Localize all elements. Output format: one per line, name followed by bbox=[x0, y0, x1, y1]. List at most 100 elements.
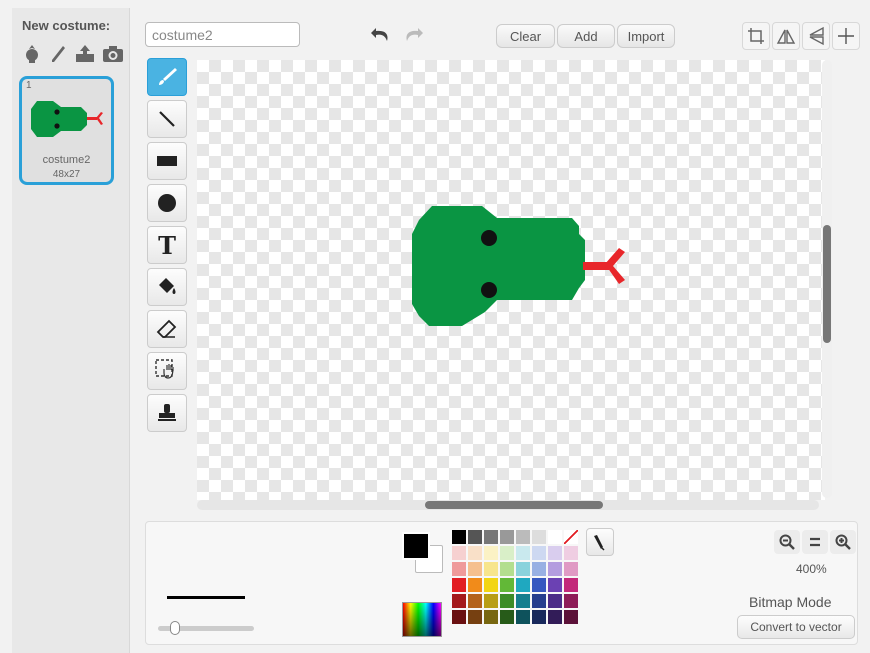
clear-button[interactable]: Clear bbox=[496, 24, 555, 48]
color-swatch[interactable] bbox=[548, 610, 562, 624]
paint-editor: Clear Add Import bbox=[132, 8, 870, 653]
color-swatch[interactable] bbox=[484, 594, 498, 608]
color-swatch[interactable] bbox=[468, 594, 482, 608]
horizontal-scroll-thumb[interactable] bbox=[425, 501, 603, 509]
zoom-in-icon bbox=[835, 534, 851, 550]
transparent-color-swatch[interactable] bbox=[564, 530, 578, 544]
set-center-button[interactable] bbox=[832, 22, 860, 50]
color-spectrum-button[interactable] bbox=[402, 602, 442, 637]
costume-thumbnail bbox=[31, 101, 103, 137]
bitmap-mode-label: Bitmap Mode bbox=[749, 594, 832, 610]
zoom-out-button[interactable] bbox=[774, 530, 800, 554]
color-swatch[interactable] bbox=[532, 530, 546, 544]
color-swatch[interactable] bbox=[500, 578, 514, 592]
paintbrush-tool[interactable] bbox=[147, 58, 187, 96]
costume-tile[interactable]: 1 costume2 48x27 bbox=[19, 76, 114, 185]
color-swatch[interactable] bbox=[516, 530, 530, 544]
color-swatch[interactable] bbox=[516, 562, 530, 576]
snake-head bbox=[412, 206, 585, 326]
upload-icon[interactable] bbox=[74, 43, 96, 65]
color-swatch[interactable] bbox=[484, 562, 498, 576]
color-swatch[interactable] bbox=[452, 578, 466, 592]
transform-tools bbox=[742, 22, 860, 50]
color-swatch[interactable] bbox=[484, 530, 498, 544]
costume-name-input[interactable] bbox=[145, 22, 300, 47]
flip-horizontal-button[interactable] bbox=[772, 22, 800, 50]
color-palette bbox=[452, 530, 578, 624]
color-swatch[interactable] bbox=[532, 546, 546, 560]
color-swatch[interactable] bbox=[548, 546, 562, 560]
camera-icon[interactable] bbox=[102, 43, 124, 65]
color-swatch[interactable] bbox=[516, 594, 530, 608]
line-tool[interactable] bbox=[147, 100, 187, 138]
color-swatch[interactable] bbox=[564, 610, 578, 624]
color-swatch[interactable] bbox=[484, 578, 498, 592]
select-tool[interactable] bbox=[147, 352, 187, 390]
color-swatch[interactable] bbox=[452, 530, 466, 544]
color-swatch[interactable] bbox=[548, 530, 562, 544]
color-swatch[interactable] bbox=[532, 562, 546, 576]
color-swatch[interactable] bbox=[468, 610, 482, 624]
zoom-in-button[interactable] bbox=[830, 530, 856, 554]
color-swatch[interactable] bbox=[548, 562, 562, 576]
paint-new-icon[interactable] bbox=[48, 43, 68, 65]
color-swatch[interactable] bbox=[548, 594, 562, 608]
choose-from-library-icon[interactable] bbox=[22, 43, 42, 65]
crop-button[interactable] bbox=[742, 22, 770, 50]
undo-button[interactable] bbox=[368, 22, 394, 46]
color-swatch[interactable] bbox=[484, 546, 498, 560]
primary-color-swatch[interactable] bbox=[402, 532, 430, 560]
color-swatch[interactable] bbox=[452, 562, 466, 576]
color-swatch[interactable] bbox=[564, 594, 578, 608]
snake-eye-bottom bbox=[481, 282, 497, 298]
eyedropper-button[interactable] bbox=[586, 528, 614, 556]
color-swatch[interactable] bbox=[564, 562, 578, 576]
color-swatch[interactable] bbox=[564, 578, 578, 592]
color-swatch[interactable] bbox=[484, 610, 498, 624]
color-swatch[interactable] bbox=[532, 610, 546, 624]
color-swatch[interactable] bbox=[468, 530, 482, 544]
color-swatch[interactable] bbox=[516, 578, 530, 592]
ellipse-tool[interactable] bbox=[147, 184, 187, 222]
color-swatch[interactable] bbox=[564, 546, 578, 560]
vertical-scrollbar[interactable] bbox=[822, 60, 832, 498]
color-swatch[interactable] bbox=[500, 530, 514, 544]
add-button[interactable]: Add bbox=[557, 24, 615, 48]
rectangle-tool[interactable] bbox=[147, 142, 187, 180]
color-swatch[interactable] bbox=[532, 594, 546, 608]
horizontal-scrollbar[interactable] bbox=[197, 500, 819, 510]
color-swatch[interactable] bbox=[452, 594, 466, 608]
color-swatch[interactable] bbox=[500, 610, 514, 624]
flip-vertical-button[interactable] bbox=[802, 22, 830, 50]
new-costume-label: New costume: bbox=[22, 18, 111, 33]
eraser-tool[interactable] bbox=[147, 310, 187, 348]
color-swatch[interactable] bbox=[500, 546, 514, 560]
color-swatch[interactable] bbox=[516, 610, 530, 624]
color-swatch[interactable] bbox=[452, 610, 466, 624]
redo-button[interactable] bbox=[400, 22, 426, 46]
color-swatch[interactable] bbox=[548, 578, 562, 592]
color-swatch[interactable] bbox=[532, 578, 546, 592]
color-swatch[interactable] bbox=[468, 578, 482, 592]
costumes-panel: New costume: 1 costume2 48x27 bbox=[12, 8, 130, 653]
import-button[interactable]: Import bbox=[617, 24, 675, 48]
drawing-canvas[interactable] bbox=[197, 60, 825, 500]
color-swatch[interactable] bbox=[500, 594, 514, 608]
snake-eye-top bbox=[481, 230, 497, 246]
fill-tool[interactable] bbox=[147, 268, 187, 306]
color-swatch[interactable] bbox=[468, 546, 482, 560]
zoom-level: 400% bbox=[796, 562, 827, 576]
drawing-toolbar: T bbox=[147, 58, 189, 436]
color-swatch[interactable] bbox=[516, 546, 530, 560]
text-icon: T bbox=[158, 230, 176, 260]
line-width-slider[interactable] bbox=[158, 621, 254, 635]
text-tool[interactable]: T bbox=[147, 226, 187, 264]
vertical-scroll-thumb[interactable] bbox=[823, 225, 831, 343]
color-swatch[interactable] bbox=[500, 562, 514, 576]
convert-to-vector-button[interactable]: Convert to vector bbox=[737, 615, 855, 639]
zoom-reset-button[interactable] bbox=[802, 530, 828, 554]
stamp-tool[interactable] bbox=[147, 394, 187, 432]
color-swatch[interactable] bbox=[452, 546, 466, 560]
line-width-slider-knob[interactable] bbox=[170, 621, 180, 635]
color-swatch[interactable] bbox=[468, 562, 482, 576]
